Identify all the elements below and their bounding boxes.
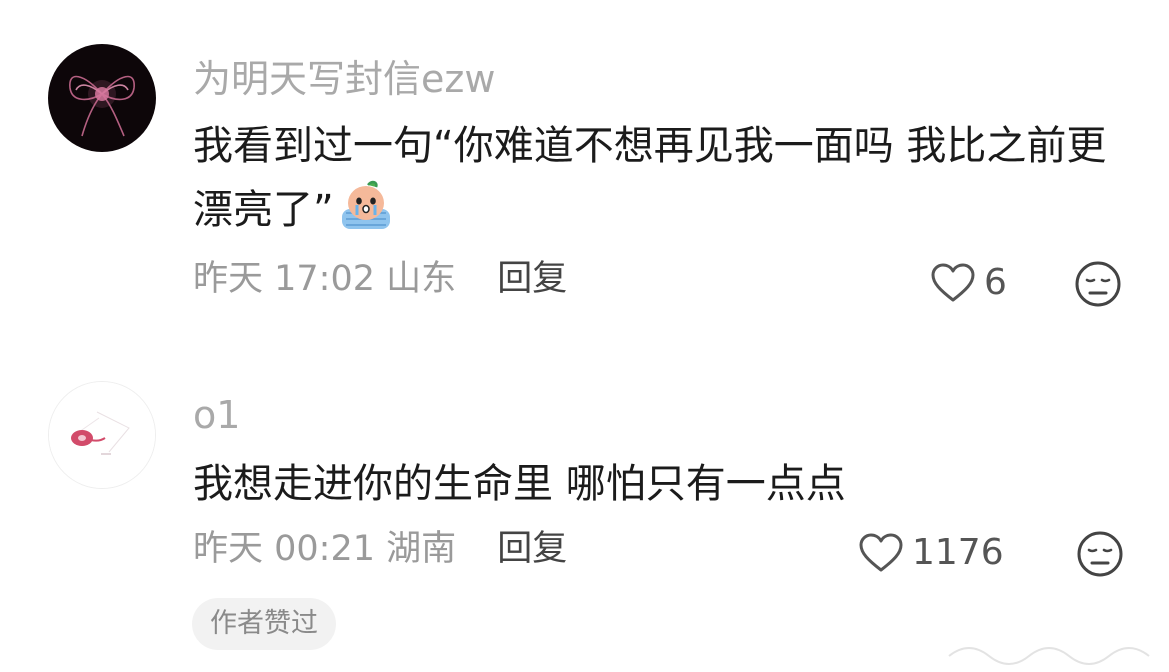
user-avatar[interactable]	[48, 381, 156, 489]
username[interactable]: o1	[193, 396, 240, 434]
watermark-icon	[948, 647, 1150, 665]
dark-bow-avatar-icon	[48, 44, 156, 152]
pink-ribbon-avatar-icon	[49, 382, 155, 488]
reaction-button[interactable]	[1074, 260, 1122, 308]
like-count: 6	[984, 262, 1007, 303]
comment-text: 我想走进你的生命里 哪怕只有一点点	[193, 452, 1133, 516]
reply-button[interactable]: 回复	[497, 529, 567, 569]
comment-text-content: 我想走进你的生命里 哪怕只有一点点	[193, 461, 846, 507]
like-button[interactable]: 6	[930, 262, 1007, 304]
comment-text-content: 我看到过一句“你难道不想再见我一面吗 我比之前更漂亮了”	[193, 123, 1107, 233]
comment-text: 我看到过一句“你难道不想再见我一面吗 我比之前更漂亮了”	[193, 114, 1133, 242]
comment-location: 山东	[386, 259, 457, 299]
comment-meta: 昨天 17:02 山东 回复	[193, 262, 567, 297]
author-liked-badge: 作者赞过	[192, 598, 336, 650]
neutral-face-icon	[1075, 261, 1121, 307]
comment-meta: 昨天 00:21 湖南 回复	[193, 532, 567, 567]
comment-time: 昨天 00:21	[193, 529, 375, 569]
like-button[interactable]: 1176	[858, 532, 1004, 574]
neutral-face-icon	[1077, 531, 1123, 577]
heart-outline-icon	[859, 533, 903, 572]
heart-outline-icon	[931, 263, 975, 302]
reaction-button[interactable]	[1076, 530, 1124, 578]
username[interactable]: 为明天写封信ezw	[193, 60, 495, 98]
comment-item: 为明天写封信ezw 我看到过一句“你难道不想再见我一面吗 我比之前更漂亮了” 昨…	[0, 0, 1169, 330]
comment-time: 昨天 17:02	[193, 259, 375, 299]
like-count: 1176	[912, 532, 1004, 573]
comment-location: 湖南	[386, 529, 457, 569]
comment-item: o1 我想走进你的生命里 哪怕只有一点点 昨天 00:21 湖南 回复 1176	[0, 330, 1169, 672]
reply-button[interactable]: 回复	[497, 259, 567, 299]
crying-face-emoji-icon	[341, 180, 390, 229]
user-avatar[interactable]	[48, 44, 156, 152]
